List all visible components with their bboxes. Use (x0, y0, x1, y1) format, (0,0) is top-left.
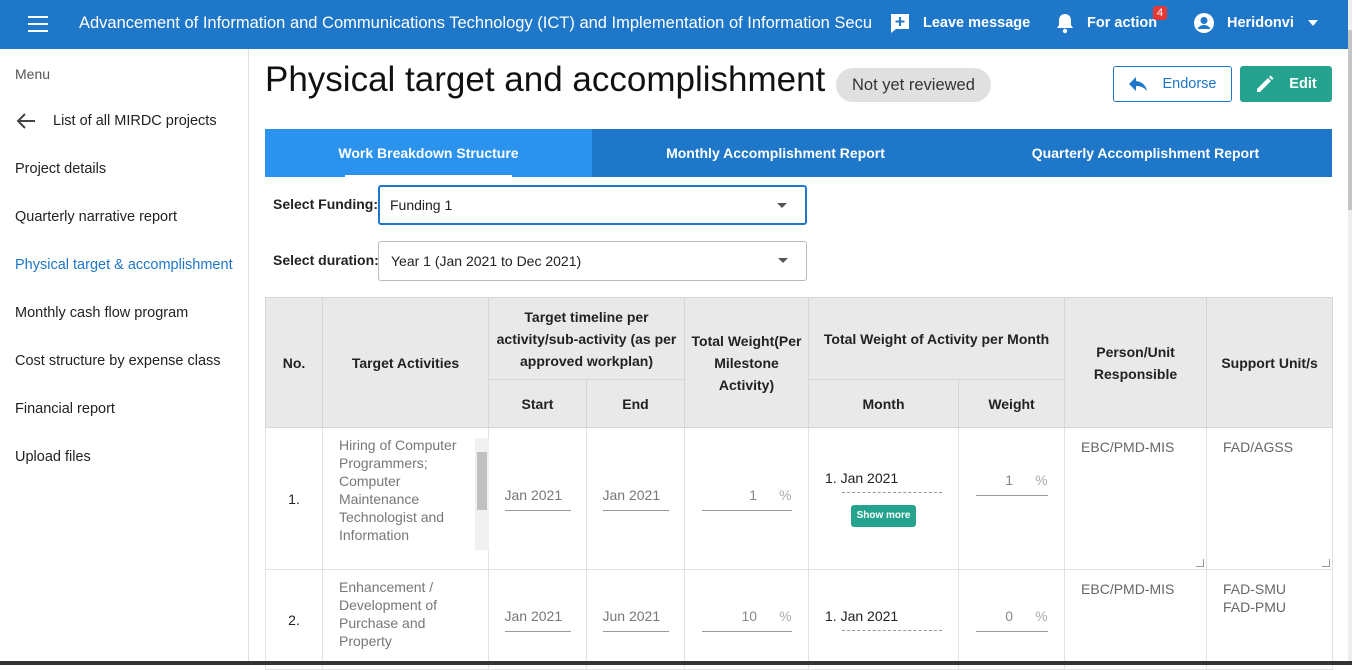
sidebar-item-physical-target[interactable]: Physical target & accomplishment (15, 257, 233, 273)
weight-cell: 1% (958, 427, 1066, 570)
user-name: Heridonvi (1227, 15, 1294, 31)
header-month: Month (808, 379, 960, 428)
dropdown-arrow-icon (777, 203, 787, 208)
activity-cell: Hiring of Computer Programmers; Computer… (322, 427, 489, 570)
row-number: 1. (265, 427, 323, 570)
sidebar: Menu List of all MIRDC projects Project … (0, 49, 249, 665)
activity-cell: Enhancement / Development of Purchase an… (322, 569, 489, 670)
textarea-scrollbar[interactable] (475, 438, 489, 550)
duration-select[interactable]: Year 1 (Jan 2021 to Dec 2021) (378, 241, 807, 281)
total-weight-input[interactable]: 10% (701, 608, 792, 632)
endorse-label: Endorse (1162, 76, 1217, 92)
account-circle-icon (1194, 13, 1214, 33)
person-responsible-field[interactable]: EBC/PMD-MIS (1064, 569, 1208, 670)
end-cell: Jan 2021 (585, 427, 686, 570)
arrow-back-icon (16, 113, 35, 129)
month-weight-input[interactable]: 1% (975, 472, 1048, 496)
funding-select[interactable]: Funding 1 (378, 185, 807, 225)
month-value: 1. Jan 2021 (825, 608, 899, 624)
start-cell: Jan 2021 (488, 427, 587, 570)
activity-textarea[interactable]: Hiring of Computer Programmers; Computer… (339, 436, 489, 556)
end-date[interactable]: Jun 2021 (602, 608, 669, 632)
for-action-label: For action (1087, 15, 1158, 31)
total-weight-cell: 1% (684, 427, 810, 570)
menu-heading: Menu (15, 66, 51, 82)
leave-message-label: Leave message (923, 15, 1031, 31)
total-weight-cell: 10% (684, 569, 810, 670)
support-units-field[interactable]: FAD/AGSS (1206, 427, 1334, 570)
edit-button[interactable]: Edit (1240, 66, 1332, 102)
sidebar-item-upload-files[interactable]: Upload files (15, 449, 91, 465)
sidebar-item-financial-report[interactable]: Financial report (15, 401, 115, 417)
add-comment-icon (891, 14, 909, 33)
page-title: Physical target and accomplishment (265, 60, 826, 99)
total-weight-input[interactable]: 1% (701, 487, 792, 511)
status-badge: Not yet reviewed (836, 68, 991, 102)
sidebar-item-project-details[interactable]: Project details (15, 161, 106, 177)
start-cell: Jan 2021 (488, 569, 587, 670)
header-weight: Weight (958, 379, 1066, 428)
back-to-projects-link[interactable]: List of all MIRDC projects (15, 113, 217, 129)
month-cell: 1. Jan 2021 Show more (808, 427, 960, 570)
for-action-button[interactable]: For action (1055, 12, 1157, 34)
work-breakdown-table: No. Target Activities Target timeline pe… (265, 297, 1334, 670)
sidebar-item-cost-structure[interactable]: Cost structure by expense class (15, 353, 221, 369)
tab-work-breakdown[interactable]: Work Breakdown Structure (265, 129, 592, 177)
support-units-field[interactable]: FAD-SMU FAD-PMU (1206, 569, 1334, 670)
dropdown-arrow-icon (778, 258, 788, 263)
end-cell: Jun 2021 (585, 569, 686, 670)
end-date[interactable]: Jan 2021 (602, 487, 669, 511)
table-row: 2. Enhancement / Development of Purchase… (265, 569, 1334, 670)
tab-monthly-accomplishment[interactable]: Monthly Accomplishment Report (592, 129, 959, 177)
menu-icon[interactable] (28, 16, 48, 32)
month-cell: 1. Jan 2021 (808, 569, 960, 670)
funding-label: Select Funding: (273, 196, 378, 212)
header-person-responsible: Person/Unit Responsible (1064, 297, 1208, 428)
start-date[interactable]: Jan 2021 (504, 608, 571, 632)
start-date[interactable]: Jan 2021 (504, 487, 571, 511)
header-start: Start (488, 379, 587, 428)
duration-value: Year 1 (Jan 2021 to Dec 2021) (391, 253, 582, 269)
header-target-timeline: Target timeline per activity/sub-activit… (487, 297, 686, 380)
project-title: Advancement of Information and Communica… (79, 14, 871, 32)
sidebar-item-cash-flow[interactable]: Monthly cash flow program (15, 305, 188, 321)
row-number: 2. (265, 569, 323, 670)
header-support-units: Support Unit/s (1206, 297, 1334, 428)
activity-textarea[interactable]: Enhancement / Development of Purchase an… (339, 578, 489, 668)
tab-quarterly-accomplishment[interactable]: Quarterly Accomplishment Report (959, 129, 1332, 177)
chevron-down-icon (1307, 20, 1318, 26)
header-end: End (585, 379, 686, 428)
notification-count-badge: 4 (1153, 6, 1168, 20)
show-more-button[interactable]: Show more (850, 505, 917, 527)
page-scrollbar[interactable] (1348, 0, 1352, 665)
edit-label: Edit (1289, 76, 1317, 92)
header-target-activities: Target Activities (322, 297, 489, 428)
leave-message-button[interactable]: Leave message (889, 12, 1030, 34)
header-weight-per-month: Total Weight of Activity per Month (808, 297, 1066, 380)
funding-value: Funding 1 (390, 197, 453, 213)
bell-icon (1057, 14, 1073, 34)
top-app-bar: Advancement of Information and Communica… (0, 0, 1348, 49)
pencil-icon (1257, 75, 1274, 92)
user-menu[interactable]: Heridonvi (1193, 12, 1318, 34)
table-row: 1. Hiring of Computer Programmers; Compu… (265, 427, 1334, 570)
month-value: 1. Jan 2021 (825, 470, 899, 486)
sidebar-item-quarterly-narrative[interactable]: Quarterly narrative report (15, 209, 177, 225)
endorse-button[interactable]: Endorse (1113, 66, 1232, 102)
month-weight-input[interactable]: 0% (975, 608, 1048, 632)
activity-text: Enhancement / Development of Purchase an… (339, 579, 438, 649)
activity-text: Hiring of Computer Programmers; Computer… (339, 437, 457, 543)
duration-label: Select duration: (273, 252, 379, 268)
weight-cell: 0% (958, 569, 1066, 670)
header-total-weight: Total Weight(Per Milestone Activity) (684, 297, 810, 428)
header-no: No. (265, 297, 323, 428)
reply-icon (1129, 77, 1148, 91)
back-label: List of all MIRDC projects (53, 113, 217, 129)
person-responsible-field[interactable]: EBC/PMD-MIS (1064, 427, 1208, 570)
report-tabs: Work Breakdown Structure Monthly Accompl… (265, 129, 1332, 177)
taskbar-strip (0, 661, 1352, 665)
